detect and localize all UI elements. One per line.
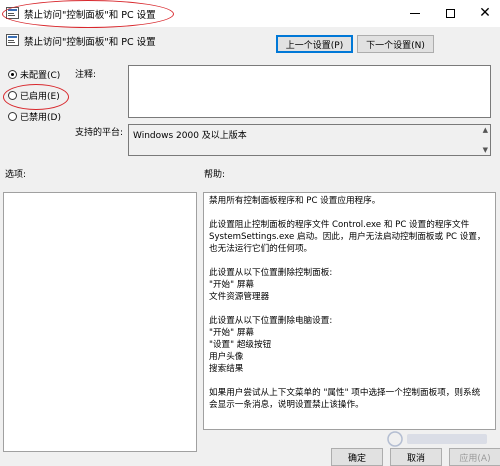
close-button[interactable]: ✕ [468, 3, 500, 23]
help-label: 帮助: [204, 170, 226, 180]
options-panel [3, 192, 197, 452]
help-line: 如果用户尝试从上下文菜单的 "属性" 项中选择一个控制面板项，则系统 [209, 388, 481, 398]
watermark-logo [385, 428, 493, 450]
help-line: 此设置阻止控制面板的程序文件 Control.exe 和 PC 设置的程序文件 [209, 220, 470, 230]
maximize-icon [445, 8, 455, 18]
setting-icon [6, 34, 19, 46]
minimize-button[interactable] [398, 3, 432, 23]
policy-icon [6, 7, 19, 19]
options-label: 选项: [5, 170, 27, 180]
supported-platform-field: Windows 2000 及以上版本 ▲ ▼ [128, 124, 491, 156]
help-line: 也无法运行它们的任何项。 [209, 244, 313, 254]
help-line: 用户头像 [209, 352, 244, 362]
apply-button[interactable]: 应用(A) [449, 448, 500, 466]
help-line: 会显示一条消息，说明设置禁止该操作。 [209, 400, 364, 410]
radio-disabled[interactable]: 已禁用(D) [8, 110, 61, 123]
supported-platform-label: 支持的平台: [75, 128, 124, 138]
supported-platform-value: Windows 2000 及以上版本 [133, 131, 247, 141]
help-line: 此设置从以下位置删除控制面板: [209, 268, 333, 278]
help-line: "设置" 超级按钮 [209, 340, 272, 350]
help-line: "开始" 屏幕 [209, 328, 255, 338]
comment-textarea[interactable] [128, 65, 491, 118]
help-line: 文件资源管理器 [209, 292, 270, 302]
minimize-icon [410, 12, 420, 14]
previous-setting-button[interactable]: 上一个设置(P) [276, 35, 353, 53]
close-icon: ✕ [479, 5, 491, 21]
comment-label: 注释: [75, 70, 97, 80]
next-setting-button[interactable]: 下一个设置(N) [357, 35, 434, 53]
scroll-up-arrow-icon[interactable]: ▲ [483, 126, 488, 134]
radio-button[interactable] [8, 112, 17, 121]
radio-label-enabled: 已启用(E) [20, 92, 60, 102]
help-line: 搜索结果 [209, 364, 244, 374]
help-panel: 禁用所有控制面板程序和 PC 设置应用程序。 此设置阻止控制面板的程序文件 Co… [203, 192, 496, 430]
radio-enabled[interactable]: 已启用(E) [8, 89, 60, 102]
policy-name: 禁止访问"控制面板"和 PC 设置 [24, 37, 156, 48]
scroll-down-arrow-icon[interactable]: ▼ [483, 146, 488, 154]
help-line: 此设置从以下位置删除电脑设置: [209, 316, 333, 326]
radio-button[interactable] [8, 91, 17, 100]
help-line: "开始" 屏幕 [209, 280, 255, 290]
radio-label-disabled: 已禁用(D) [20, 113, 61, 123]
window-title: 禁止访问"控制面板"和 PC 设置 [24, 10, 156, 21]
watermark-graphic [387, 431, 487, 447]
help-line: SystemSettings.exe 启动。因此，用户无法启动控制面板或 PC … [209, 232, 486, 242]
radio-button-selected[interactable] [8, 70, 17, 79]
radio-not-configured[interactable]: 未配置(C) [8, 68, 60, 81]
title-bar: 禁止访问"控制面板"和 PC 设置 ✕ [0, 0, 500, 27]
help-line: 禁用所有控制面板程序和 PC 设置应用程序。 [209, 196, 381, 206]
radio-label-not-configured: 未配置(C) [20, 71, 61, 81]
cancel-button[interactable]: 取消 [390, 448, 442, 466]
ok-button[interactable]: 确定 [331, 448, 383, 466]
maximize-button[interactable] [433, 3, 467, 23]
